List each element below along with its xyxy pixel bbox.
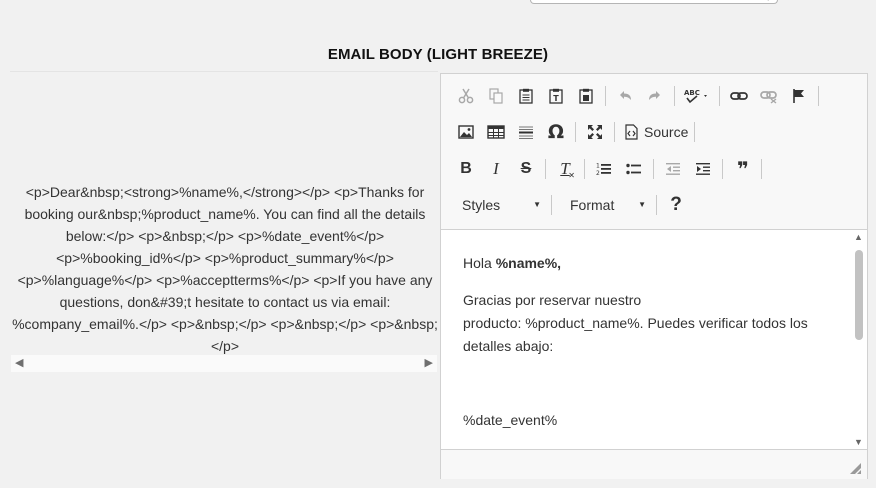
greeting-paragraph: Hola %name%, (463, 252, 843, 275)
remove-format-icon[interactable]: T ✕ (552, 156, 578, 182)
source-label: Source (644, 124, 689, 140)
date-event-paragraph: %date_event% (463, 412, 558, 428)
greeting-prefix: Hola (463, 255, 496, 271)
scroll-right-icon[interactable]: ▶ (425, 355, 433, 372)
toolbar-separator (614, 122, 615, 142)
paste-icon[interactable] (513, 83, 539, 109)
undo-icon[interactable] (612, 83, 638, 109)
italic-icon[interactable]: I (483, 156, 509, 182)
toolbar-separator (656, 195, 657, 215)
numbered-list-icon[interactable]: 12 (591, 156, 617, 182)
toolbar-separator (674, 86, 675, 106)
copy-icon[interactable] (483, 83, 509, 109)
scroll-thumb[interactable] (855, 250, 863, 340)
toolbar-separator (719, 86, 720, 106)
resize-grip-icon[interactable]: ⋰ (767, 0, 774, 2)
remove-format-x-icon: ✕ (568, 171, 575, 180)
section-title: EMAIL BODY (LIGHT BREEZE) (327, 46, 549, 63)
format-label: Format (570, 197, 615, 213)
thanks-paragraph: Gracias por reservar nuestro producto: %… (463, 289, 843, 358)
link-icon[interactable] (726, 83, 752, 109)
blockquote-icon[interactable]: ❜❜ (729, 156, 755, 182)
anchor-flag-icon[interactable] (786, 83, 812, 109)
styles-label: Styles (462, 197, 501, 213)
thanks-line-1: Gracias por reservar nuestro (463, 292, 642, 308)
chevron-down-icon: ▼ (638, 200, 646, 209)
cut-icon[interactable] (453, 83, 479, 109)
greeting-name: %name%, (495, 255, 562, 271)
toolbar-separator (761, 159, 762, 179)
rich-text-editor: T ABC Ω Source B I S T ✕ 1 2 ❜❜ Styles ▼… (440, 73, 868, 479)
svg-text:ABC: ABC (684, 89, 700, 97)
editor-status-bar (441, 449, 867, 479)
unlink-icon[interactable] (756, 83, 782, 109)
toolbar-separator (575, 122, 576, 142)
divider (10, 71, 438, 72)
toolbar-row-4: Styles ▼ Format ▼ ? (453, 192, 693, 218)
scroll-left-icon[interactable]: ◀ (15, 355, 23, 372)
toolbar-separator (694, 122, 696, 142)
strike-icon[interactable]: S (513, 156, 539, 182)
toolbar-separator (605, 86, 606, 106)
spellcheck-icon[interactable]: ABC (681, 83, 713, 109)
resize-handle-icon[interactable] (850, 463, 861, 474)
toolbar-row-2: Ω Source (453, 119, 701, 145)
format-dropdown[interactable]: Format ▼ (558, 192, 650, 218)
svg-text:1: 1 (596, 163, 600, 170)
paste-text-icon[interactable]: T (543, 83, 569, 109)
raw-html-preview: <p>Dear&nbsp;<strong>%name%,</strong></p… (12, 184, 438, 354)
help-icon[interactable]: ? (663, 192, 689, 218)
special-char-icon[interactable]: Ω (543, 119, 569, 145)
paste-word-icon[interactable] (573, 83, 599, 109)
toolbar-separator (551, 195, 552, 215)
svg-text:2: 2 (596, 170, 600, 177)
editor-document[interactable]: Hola %name%, Gracias por reservar nuestr… (463, 230, 843, 432)
toolbar-row-3: B I S T ✕ 12 ❜❜ (453, 156, 768, 182)
scroll-down-icon[interactable]: ▼ (854, 437, 863, 447)
maximize-icon[interactable] (582, 119, 608, 145)
toolbar-separator (722, 159, 723, 179)
bold-icon[interactable]: B (453, 156, 479, 182)
toolbar-separator (653, 159, 654, 179)
scroll-up-icon[interactable]: ▲ (854, 232, 863, 242)
redo-icon[interactable] (642, 83, 668, 109)
toolbar-separator (818, 86, 819, 106)
table-icon[interactable] (483, 119, 509, 145)
svg-text:T: T (553, 94, 559, 103)
styles-dropdown[interactable]: Styles ▼ (453, 192, 545, 218)
toolbar-separator (584, 159, 585, 179)
horizontal-rule-icon[interactable] (513, 119, 539, 145)
top-select-field[interactable]: ⋰ (530, 0, 778, 4)
editor-content-area[interactable]: Hola %name%, Gracias por reservar nuestr… (441, 229, 867, 449)
thanks-line-2: producto: %product_name%. Puedes verific… (463, 315, 808, 354)
source-icon (625, 124, 638, 140)
toolbar-row-1: T ABC (453, 83, 825, 109)
outdent-icon[interactable] (660, 156, 686, 182)
image-icon[interactable] (453, 119, 479, 145)
bulleted-list-icon[interactable] (621, 156, 647, 182)
vertical-scrollbar[interactable]: ▲ ▼ (851, 230, 867, 449)
source-button[interactable]: Source (621, 119, 692, 145)
toolbar-separator (545, 159, 546, 179)
chevron-down-icon: ▼ (533, 200, 541, 209)
horizontal-scrollbar[interactable]: ◀ ▶ (11, 355, 437, 372)
indent-icon[interactable] (690, 156, 716, 182)
